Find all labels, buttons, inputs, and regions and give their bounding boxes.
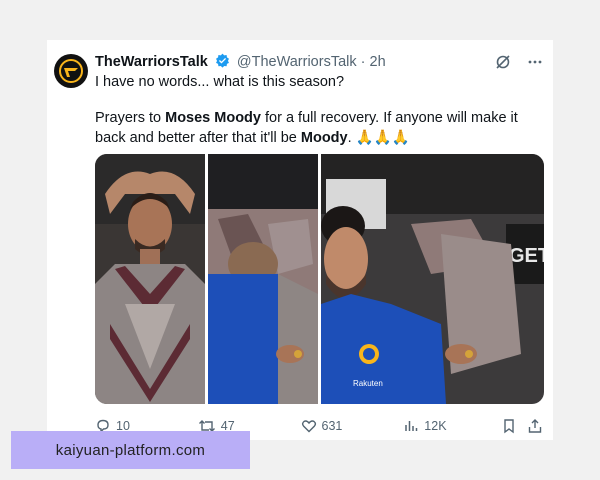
media-panel-3[interactable]: GET Rakuten <box>321 154 544 404</box>
tweet-text-line1: I have no words... what is this season? <box>95 74 345 90</box>
views-button[interactable]: 12K <box>403 418 501 434</box>
mention-moses-moody: Moses Moody <box>165 110 261 126</box>
bookmark-icon <box>504 419 514 434</box>
like-count: 631 <box>321 419 343 433</box>
bookmark-button[interactable] <box>501 418 527 434</box>
views-icon <box>405 421 418 431</box>
share-button[interactable] <box>527 418 547 434</box>
player-hands-on-head-image <box>95 154 205 404</box>
media-panel-2[interactable] <box>208 154 318 404</box>
warriors-logo-icon <box>59 59 83 83</box>
prayer-emoji: 🙏🙏🙏 <box>355 130 410 146</box>
player-warriors-jersey-image: GET Rakuten <box>321 154 544 404</box>
author-avatar[interactable] <box>54 54 88 88</box>
tweet-card[interactable]: TheWarriorsTalk @TheWarriorsTalk · 2h I … <box>47 40 553 440</box>
jersey-sponsor-text: Rakuten <box>353 379 383 388</box>
bold-moody: Moody <box>300 130 348 146</box>
share-icon <box>528 419 542 433</box>
views-count: 12K <box>424 419 447 433</box>
author-name[interactable]: TheWarriorsTalk <box>95 54 208 70</box>
more-icon[interactable] <box>527 54 543 75</box>
separator-dot: · <box>360 54 366 70</box>
tweet-time[interactable]: 2h <box>370 54 386 70</box>
tweet-media[interactable]: GET Rakuten <box>95 154 544 404</box>
body-suffix: . <box>347 130 356 146</box>
author-handle[interactable]: @TheWarriorsTalk <box>237 54 357 70</box>
like-button[interactable]: 631 <box>301 418 404 434</box>
arena-sign-text: GET <box>509 245 544 267</box>
media-panel-1[interactable] <box>95 154 205 404</box>
tweet-text-body: Prayers to Moses Moody for a full recove… <box>95 108 547 148</box>
grok-icon[interactable] <box>495 54 511 75</box>
heart-icon <box>301 420 316 433</box>
header-icons <box>495 54 543 75</box>
watermark-banner: kaiyuan-platform.com <box>11 431 250 469</box>
verified-badge-icon <box>215 53 230 68</box>
seated-players-image <box>208 154 318 404</box>
tweet-header: TheWarriorsTalk @TheWarriorsTalk · 2h <box>95 53 386 70</box>
body-prefix: Prayers to <box>95 110 166 126</box>
